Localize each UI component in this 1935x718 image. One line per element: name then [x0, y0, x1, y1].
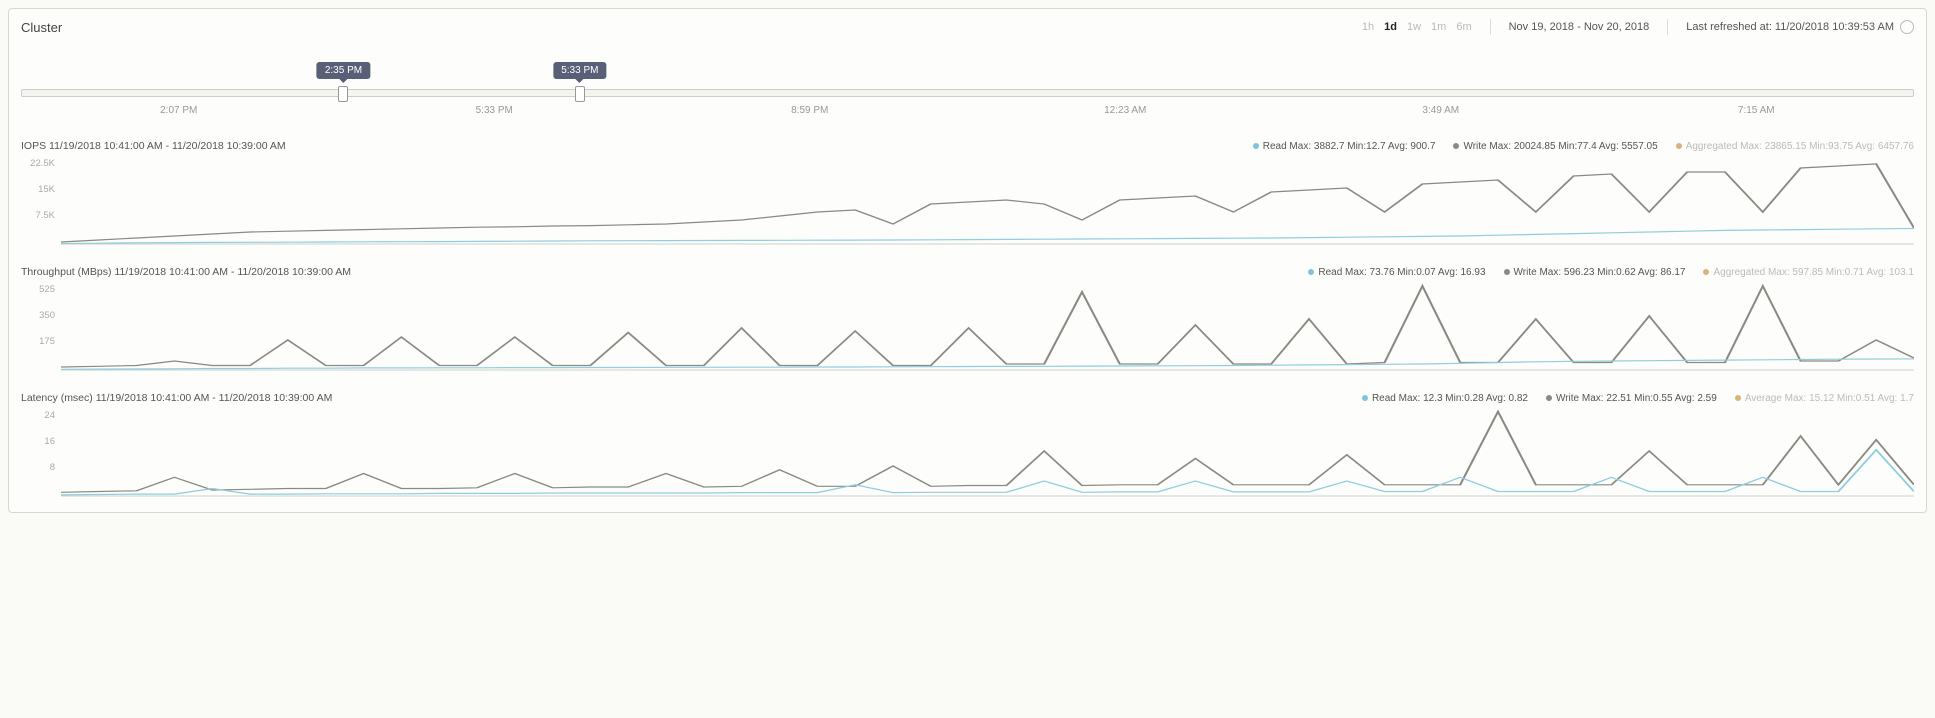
ytick: 525: [21, 284, 55, 295]
dot-icon: [1703, 269, 1709, 275]
y-axis: 22.5K 15K 7.5K: [21, 154, 61, 248]
ytick: 15K: [21, 184, 55, 195]
chart-throughput-mbps-: Throughput (MBps) 11/19/2018 10:41:00 AM…: [21, 266, 1914, 374]
dot-icon: [1453, 143, 1459, 149]
dot-icon: [1735, 395, 1741, 401]
ytick: 8: [21, 462, 55, 473]
refresh-status: Last refreshed at: 11/20/2018 10:39:53 A…: [1686, 20, 1914, 34]
slider-handle-right[interactable]: [575, 86, 585, 102]
chart-body: 22.5K 15K 7.5K: [21, 154, 1914, 248]
chart-body: 525 350 175: [21, 280, 1914, 374]
dot-icon: [1504, 269, 1510, 275]
slider-tooltip-left: 2:35 PM: [317, 62, 370, 79]
legend-read: Read Max: 12.3 Min:0.28 Avg: 0.82: [1362, 393, 1528, 404]
time-slider: 2:35 PM 5:33 PM 2:07 PM 5:33 PM 8:59 PM …: [21, 57, 1914, 122]
slider-handle-left[interactable]: [338, 86, 348, 102]
legend-agg: Aggregated Max: 23865.15 Min:93.75 Avg: …: [1676, 141, 1914, 152]
range-1m[interactable]: 1m: [1431, 21, 1446, 33]
y-axis: 525 350 175: [21, 280, 61, 374]
tick: 3:49 AM: [1283, 105, 1599, 116]
slider-ticks: 2:07 PM 5:33 PM 8:59 PM 12:23 AM 3:49 AM…: [21, 103, 1914, 118]
legend-read: Read Max: 3882.7 Min:12.7 Avg: 900.7: [1253, 141, 1436, 152]
chart-body: 24 16 8: [21, 406, 1914, 500]
date-range-label[interactable]: Nov 19, 2018 - Nov 20, 2018: [1509, 21, 1650, 33]
range-1w[interactable]: 1w: [1407, 21, 1421, 33]
legend-agg: Average Max: 15.12 Min:0.51 Avg: 1.7: [1735, 393, 1914, 404]
header-controls: 1h 1d 1w 1m 6m Nov 19, 2018 - Nov 20, 20…: [1362, 19, 1914, 35]
chart-plot[interactable]: [61, 154, 1914, 248]
chart-iops: IOPS 11/19/2018 10:41:00 AM - 11/20/2018…: [21, 140, 1914, 248]
legend-agg: Aggregated Max: 597.85 Min:0.71 Avg: 103…: [1703, 267, 1914, 278]
ytick: 16: [21, 436, 55, 447]
dot-icon: [1362, 395, 1368, 401]
chart-title: IOPS 11/19/2018 10:41:00 AM - 11/20/2018…: [21, 140, 286, 152]
separator: [1667, 19, 1668, 35]
time-range-selector: 1h 1d 1w 1m 6m: [1362, 21, 1472, 33]
range-1h[interactable]: 1h: [1362, 21, 1374, 33]
chart-title: Throughput (MBps) 11/19/2018 10:41:00 AM…: [21, 266, 351, 278]
refresh-label: Last refreshed at: 11/20/2018 10:39:53 A…: [1686, 21, 1894, 33]
tick: 12:23 AM: [968, 105, 1284, 116]
tick: 8:59 PM: [652, 105, 968, 116]
range-1d[interactable]: 1d: [1384, 21, 1397, 33]
chart-header: IOPS 11/19/2018 10:41:00 AM - 11/20/2018…: [21, 140, 1914, 152]
legend-write: Write Max: 22.51 Min:0.55 Avg: 2.59: [1546, 393, 1717, 404]
chart-plot[interactable]: [61, 406, 1914, 500]
chart-latency-msec-: Latency (msec) 11/19/2018 10:41:00 AM - …: [21, 392, 1914, 500]
dot-icon: [1546, 395, 1552, 401]
y-axis: 24 16 8: [21, 406, 61, 500]
tick: 5:33 PM: [337, 105, 653, 116]
ytick: 22.5K: [21, 158, 55, 169]
refresh-icon[interactable]: [1900, 20, 1914, 34]
tick: 2:07 PM: [21, 105, 337, 116]
legend-write: Write Max: 596.23 Min:0.62 Avg: 86.17: [1504, 267, 1686, 278]
chart-header: Latency (msec) 11/19/2018 10:41:00 AM - …: [21, 392, 1914, 404]
dot-icon: [1308, 269, 1314, 275]
chart-legend: Read Max: 3882.7 Min:12.7 Avg: 900.7 Wri…: [1253, 141, 1914, 152]
header: Cluster 1h 1d 1w 1m 6m Nov 19, 2018 - No…: [21, 19, 1914, 57]
chart-legend: Read Max: 12.3 Min:0.28 Avg: 0.82 Write …: [1362, 393, 1914, 404]
dot-icon: [1253, 143, 1259, 149]
ytick: 24: [21, 410, 55, 421]
slider-tooltip-right: 5:33 PM: [553, 62, 606, 79]
chart-title: Latency (msec) 11/19/2018 10:41:00 AM - …: [21, 392, 332, 404]
dot-icon: [1676, 143, 1682, 149]
charts-container: IOPS 11/19/2018 10:41:00 AM - 11/20/2018…: [21, 140, 1914, 500]
separator: [1490, 19, 1491, 35]
chart-legend: Read Max: 73.76 Min:0.07 Avg: 16.93 Writ…: [1308, 267, 1914, 278]
legend-read: Read Max: 73.76 Min:0.07 Avg: 16.93: [1308, 267, 1485, 278]
tick: 7:15 AM: [1599, 105, 1915, 116]
legend-write: Write Max: 20024.85 Min:77.4 Avg: 5557.0…: [1453, 141, 1657, 152]
chart-plot[interactable]: [61, 280, 1914, 374]
ytick: 175: [21, 336, 55, 347]
slider-track[interactable]: 2:35 PM 5:33 PM: [21, 89, 1914, 97]
page-title: Cluster: [21, 20, 62, 35]
chart-header: Throughput (MBps) 11/19/2018 10:41:00 AM…: [21, 266, 1914, 278]
range-6m[interactable]: 6m: [1456, 21, 1471, 33]
cluster-panel: Cluster 1h 1d 1w 1m 6m Nov 19, 2018 - No…: [8, 8, 1927, 513]
ytick: 350: [21, 310, 55, 321]
ytick: 7.5K: [21, 210, 55, 221]
